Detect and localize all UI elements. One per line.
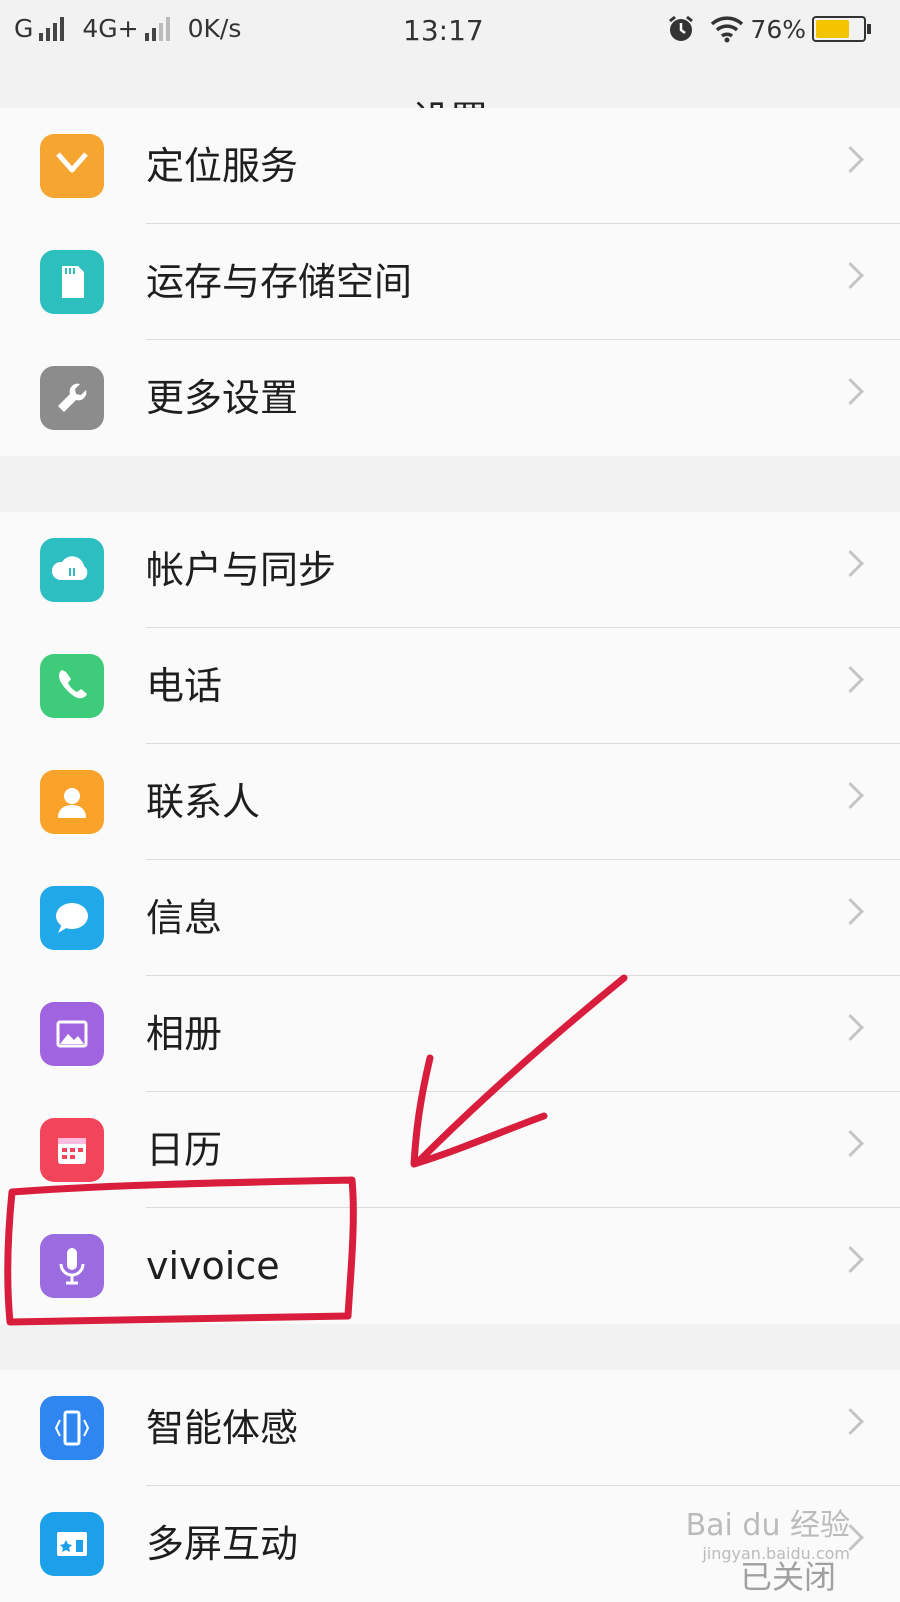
- contact-icon: [40, 770, 104, 834]
- settings-row[interactable]: 智能体感: [0, 1370, 900, 1486]
- signal-group: G 4G+ 0K/s: [14, 14, 241, 43]
- watermark-logo: Bai du 经验: [685, 1508, 850, 1543]
- watermark-closed-label: 已关闭: [739, 1558, 836, 1596]
- chevron-right-icon: [837, 146, 864, 173]
- settings-row[interactable]: 相册: [0, 976, 900, 1092]
- chevron-right-icon: [837, 378, 864, 405]
- signal-icon: [39, 16, 65, 41]
- microphone-icon: [40, 1234, 104, 1298]
- chevron-right-icon: [837, 782, 864, 809]
- settings-row[interactable]: 更多设置: [0, 340, 900, 456]
- status-bar: G 4G+ 0K/s 13:17 76%: [0, 0, 900, 60]
- settings-row-label: 联系人: [146, 780, 261, 824]
- multi-screen-icon: [40, 1512, 104, 1576]
- battery-icon: [812, 16, 871, 42]
- chevron-right-icon: [837, 1014, 864, 1041]
- settings-row-label: 相册: [146, 1012, 223, 1056]
- settings-row[interactable]: 定位服务: [0, 108, 900, 224]
- settings-row-label: 信息: [146, 896, 223, 940]
- alarm-icon: [669, 15, 694, 41]
- settings-row[interactable]: vivoice: [0, 1208, 900, 1324]
- settings-row-label: 运存与存储空间: [146, 260, 413, 304]
- status-right: 76%: [666, 14, 871, 44]
- location-icon: [40, 134, 104, 198]
- settings-row[interactable]: 帐户与同步: [0, 512, 900, 628]
- settings-row-label: 电话: [146, 664, 223, 708]
- settings-row-label: 更多设置: [146, 376, 299, 420]
- settings-group-2: 帐户与同步电话联系人信息相册日历 vivoice: [0, 512, 900, 1324]
- settings-row-label: 多屏互动: [146, 1522, 299, 1566]
- phone-icon: [40, 654, 104, 718]
- signal-icon-2: [144, 16, 170, 41]
- settings-row[interactable]: 信息: [0, 860, 900, 976]
- wifi-icon: [711, 16, 744, 43]
- battery-percent: 76%: [750, 14, 806, 44]
- smart-motion-icon: [40, 1396, 104, 1460]
- gallery-icon: [40, 1002, 104, 1066]
- settings-row[interactable]: 电话: [0, 628, 900, 744]
- chevron-right-icon: [837, 898, 864, 925]
- settings-row-label: vivoice: [146, 1244, 280, 1288]
- carrier-2: 4G+: [82, 14, 139, 43]
- chevron-right-icon: [837, 1246, 864, 1273]
- settings-row-label: 智能体感: [146, 1406, 299, 1450]
- chevron-right-icon: [837, 262, 864, 289]
- sd-card-icon: [40, 250, 104, 314]
- wrench-icon: [40, 366, 104, 430]
- clock: 13:17: [403, 14, 484, 47]
- chevron-right-icon: [837, 1130, 864, 1157]
- chevron-right-icon: [837, 550, 864, 577]
- carrier-1: G: [14, 14, 34, 43]
- message-icon: [40, 886, 104, 950]
- settings-row-label: 帐户与同步: [146, 548, 337, 592]
- cloud-sync-icon: [40, 538, 104, 602]
- settings-row[interactable]: 联系人: [0, 744, 900, 860]
- settings-group-1: 定位服务运存与存储空间 更多设置: [0, 108, 900, 456]
- chevron-right-icon: [837, 666, 864, 693]
- settings-row-label: 日历: [146, 1128, 223, 1172]
- chevron-right-icon: [837, 1408, 864, 1435]
- settings-row[interactable]: 运存与存储空间: [0, 224, 900, 340]
- calendar-icon: [40, 1118, 104, 1182]
- network-speed: 0K/s: [187, 14, 242, 43]
- settings-row-label: 定位服务: [146, 144, 299, 188]
- settings-row[interactable]: 日历: [0, 1092, 900, 1208]
